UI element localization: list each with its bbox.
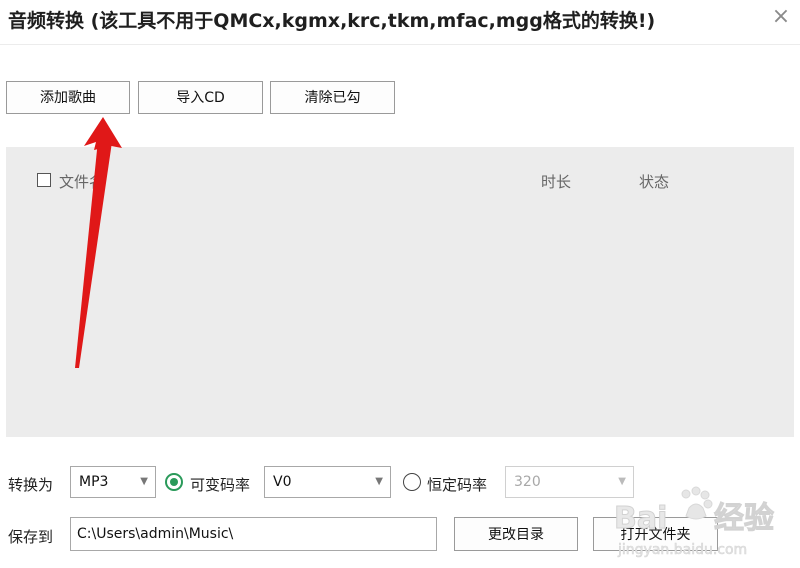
svg-text:经验: 经验 [714, 501, 774, 536]
cbr-radio[interactable] [403, 473, 421, 491]
vbr-label: 可变码率 [190, 476, 251, 494]
vbr-select[interactable]: V0 ▼ [264, 466, 391, 498]
column-header-filename: 文件名 [59, 173, 105, 191]
cbr-select: 320 ▼ [505, 466, 634, 498]
add-songs-button[interactable]: 添加歌曲 [6, 81, 130, 114]
cbr-label: 恒定码率 [427, 476, 488, 494]
chevron-down-icon: ▼ [140, 476, 148, 487]
cbr-value: 320 [514, 474, 541, 490]
convert-to-label: 转换为 [8, 476, 54, 494]
open-folder-button[interactable]: 打开文件夹 [593, 517, 718, 551]
save-to-label: 保存到 [8, 528, 54, 546]
format-select[interactable]: MP3 ▼ [70, 466, 156, 498]
change-dir-button[interactable]: 更改目录 [454, 517, 578, 551]
select-all-checkbox[interactable] [37, 173, 51, 187]
file-list[interactable]: 文件名 时长 状态 [6, 147, 794, 437]
window-title: 音频转换 (该工具不用于QMCx,kgmx,krc,tkm,mfac,mgg格式… [8, 10, 656, 32]
chevron-down-icon: ▼ [375, 476, 383, 487]
vbr-value: V0 [273, 474, 292, 490]
close-icon[interactable]: × [768, 4, 794, 30]
arrow-head [84, 117, 122, 150]
save-path-input[interactable] [70, 517, 437, 551]
format-value: MP3 [79, 474, 109, 490]
title-bar: 音频转换 (该工具不用于QMCx,kgmx,krc,tkm,mfac,mgg格式… [0, 0, 800, 42]
chevron-down-icon: ▼ [618, 476, 626, 487]
title-divider [0, 44, 800, 45]
vbr-radio[interactable] [165, 473, 183, 491]
import-cd-button[interactable]: 导入CD [138, 81, 263, 114]
column-header-duration: 时长 [541, 173, 572, 191]
column-header-status: 状态 [639, 173, 670, 191]
clear-checked-button[interactable]: 清除已勾 [270, 81, 395, 114]
